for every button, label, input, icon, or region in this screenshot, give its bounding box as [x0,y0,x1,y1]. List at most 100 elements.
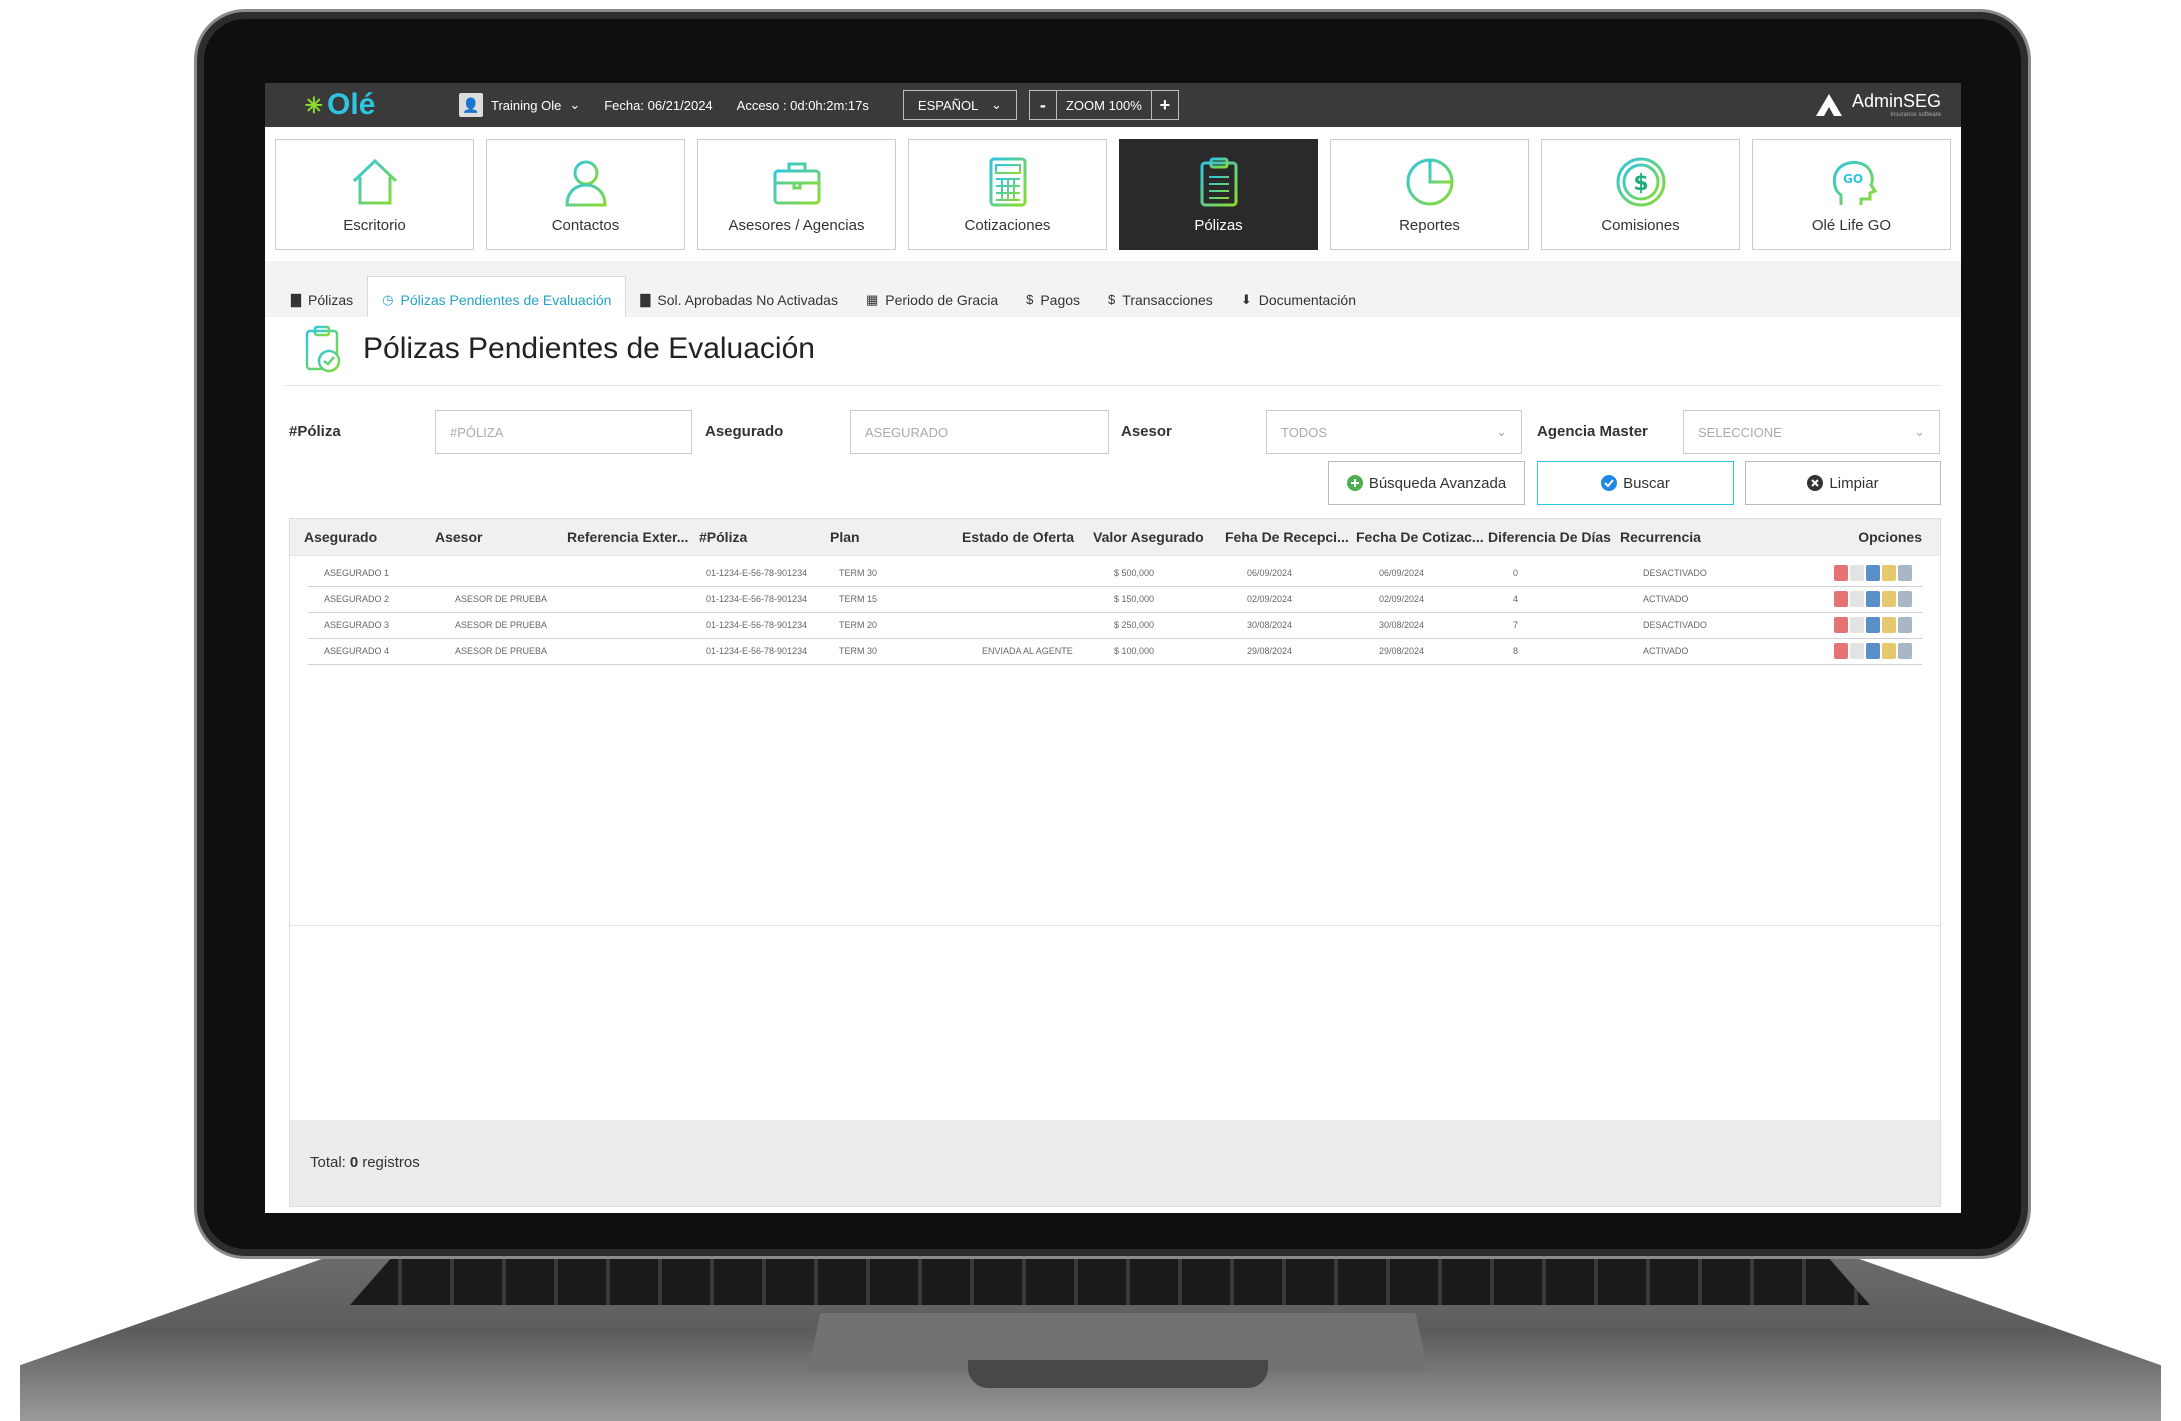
plus-circle-icon [1346,475,1363,491]
tab-label: Pagos [1040,291,1081,308]
module-label: Contactos [551,217,620,234]
pdf-icon[interactable] [1834,591,1848,607]
document-share-icon[interactable] [1850,591,1864,607]
language-select[interactable]: ESPAÑOL ⌄ [902,90,1017,120]
pdf-icon[interactable] [1834,643,1848,659]
zoom-in-button[interactable]: + [1150,90,1179,120]
tab-pagos[interactable]: $ Pagos [1012,277,1094,322]
ole-logo[interactable]: ✳ Olé [265,88,415,122]
tab-documentacion[interactable]: ⬇ Documentación [1227,277,1370,322]
close-circle-icon [1807,475,1824,491]
asegurado-input[interactable]: ASEGURADO [850,410,1109,454]
table-row[interactable]: ASEGURADO 1 01-1234-E-56-78-901234 TERM … [308,561,1922,587]
cards-icon[interactable] [1866,591,1880,607]
table-row[interactable]: ASEGURADO 4 ASESOR DE PRUEBA 01-1234-E-5… [308,639,1922,665]
column-header[interactable]: Plan [830,529,860,545]
cell-asesor: ASESOR DE PRUEBA [455,646,548,656]
clear-button[interactable]: Limpiar [1745,461,1941,505]
trash-icon[interactable] [1898,643,1912,659]
column-header[interactable]: Referencia Exter... [567,529,688,545]
agencia-master-label: Agencia Master [1537,423,1648,440]
module-cotizaciones[interactable]: Cotizaciones [908,139,1107,250]
column-header[interactable]: #Póliza [699,529,747,545]
module-label: Reportes [1399,217,1460,234]
total-suffix: registros [362,1154,420,1171]
cell-poliza: 01-1234-E-56-78-901234 [706,594,808,604]
module-label: Olé Life GO [1811,217,1892,234]
language-value: ESPAÑOL [917,97,979,113]
module-label: Comisiones [1601,217,1680,234]
module-reportes[interactable]: Reportes [1330,139,1529,250]
table-row[interactable]: ASEGURADO 3 ASESOR DE PRUEBA 01-1234-E-5… [308,613,1922,639]
row-options [1834,591,1912,607]
cell-recepcion: 29/08/2024 [1247,646,1293,656]
total-label: Total: [310,1154,346,1171]
tab-periodo-gracia[interactable]: ▦ Periodo de Gracia [852,277,1012,322]
clock-icon: ◷ [382,291,394,307]
cell-cotizacion: 29/08/2024 [1379,646,1425,656]
cards-icon[interactable] [1866,565,1880,581]
column-header[interactable]: Asegurado [304,529,377,545]
agencia-master-select[interactable]: SELECCIONE ⌄ [1683,410,1940,454]
document-icon: ▇ [640,291,651,307]
document-share-icon[interactable] [1850,565,1864,581]
brand-name: AdminSEG [1851,91,1941,111]
user-menu[interactable]: 👤 Training Ole ⌄ [459,93,580,117]
clipboard-icon [1200,157,1237,207]
document-share-icon[interactable] [1850,617,1864,633]
total-count: 0 [349,1154,359,1171]
cards-icon[interactable] [1866,643,1880,659]
user-icon [564,160,607,207]
trash-icon[interactable] [1898,565,1912,581]
module-escritorio[interactable]: Escritorio [275,139,474,250]
module-contactos[interactable]: Contactos [486,139,685,250]
pdf-icon[interactable] [1834,617,1848,633]
advanced-search-button[interactable]: Búsqueda Avanzada [1328,461,1525,505]
button-label: Buscar [1623,474,1670,492]
asesor-value: TODOS [1281,424,1327,440]
edit-icon[interactable] [1882,591,1896,607]
column-header[interactable]: Fecha De Cotizac... [1356,529,1484,545]
edit-icon[interactable] [1882,565,1896,581]
cell-asegurado: ASEGURADO 3 [324,620,390,630]
tab-sol-aprobadas[interactable]: ▇ Sol. Aprobadas No Activadas [626,277,852,322]
user-name: Training Ole [491,97,562,113]
tab-polizas[interactable]: ▇ Pólizas [277,277,367,322]
adminseg-logo-icon [1815,93,1842,116]
tab-transacciones[interactable]: $ Transacciones [1094,277,1227,322]
asesor-select[interactable]: TODOS ⌄ [1266,410,1522,454]
column-header[interactable]: Diferencia De Días [1488,529,1611,545]
table-divider [290,925,1940,926]
trash-icon[interactable] [1898,591,1912,607]
module-ole-life-go[interactable]: GO Olé Life GO [1752,139,1951,250]
zoom-out-button[interactable]: - [1028,90,1057,120]
poliza-input[interactable]: #PÓLIZA [435,410,692,454]
brand-subtitle: Insurance software [1890,112,1941,118]
column-header[interactable]: Asesor [435,529,482,545]
table-row[interactable]: ASEGURADO 2 ASESOR DE PRUEBA 01-1234-E-5… [308,587,1922,613]
document-share-icon[interactable] [1850,643,1864,659]
laptop-keyboard [350,1253,1870,1305]
briefcase-icon [773,162,820,205]
search-button[interactable]: Buscar [1537,461,1734,505]
cell-diferencia: 8 [1513,646,1519,656]
agencia-value: SELECCIONE [1698,424,1782,440]
column-header[interactable]: Valor Asegurado [1093,529,1204,545]
cell-valor: $ 500,000 [1114,568,1155,578]
cell-asegurado: ASEGURADO 4 [324,646,390,656]
module-asesores-agencias[interactable]: Asesores / Agencias [697,139,896,250]
cards-icon[interactable] [1866,617,1880,633]
edit-icon[interactable] [1882,643,1896,659]
column-header[interactable]: Recurrencia [1620,529,1701,545]
module-polizas[interactable]: Pólizas [1119,139,1318,250]
tab-polizas-pendientes[interactable]: ◷ Pólizas Pendientes de Evaluación [367,276,627,323]
cell-cotizacion: 06/09/2024 [1379,568,1425,578]
pdf-icon[interactable] [1834,565,1848,581]
trash-icon[interactable] [1898,617,1912,633]
column-header[interactable]: Feha De Recepci... [1225,529,1349,545]
module-comisiones[interactable]: $ Comisiones [1541,139,1740,250]
column-header[interactable]: Estado de Oferta [962,529,1074,545]
edit-icon[interactable] [1882,617,1896,633]
cell-diferencia: 4 [1513,594,1519,604]
top-bar: ✳ Olé 👤 Training Ole ⌄ Fecha: 06/21/2024 … [265,83,1961,127]
